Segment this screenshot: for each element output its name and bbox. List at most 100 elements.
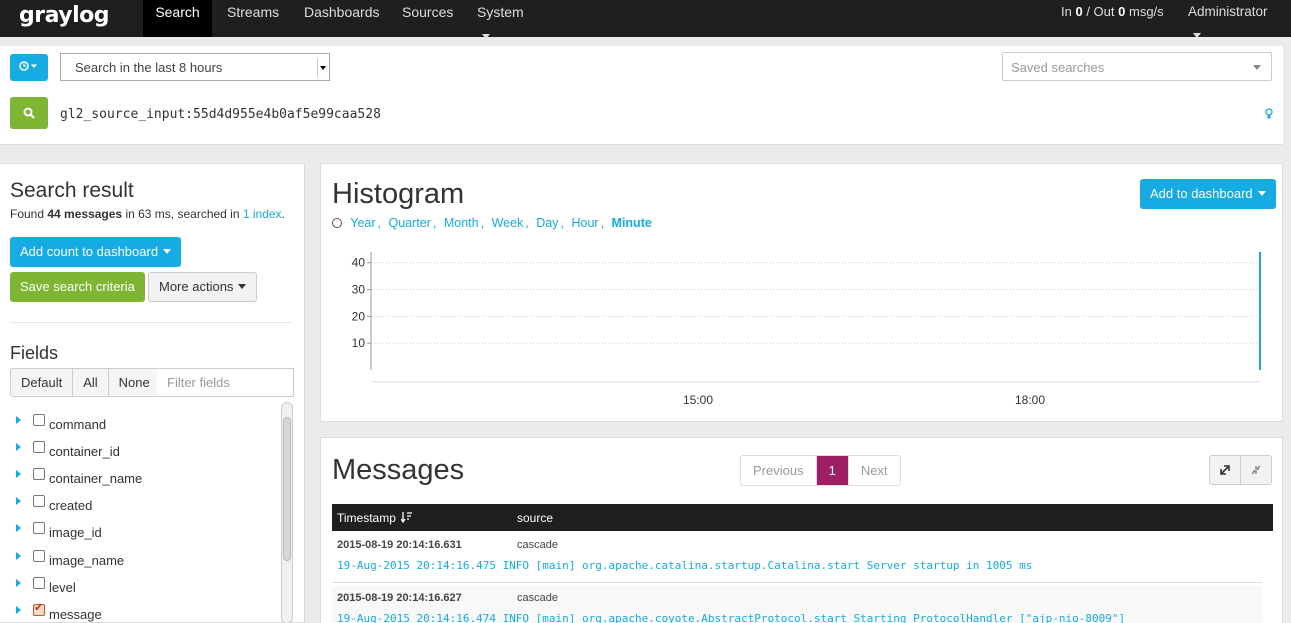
- caret-down-icon: [1257, 191, 1266, 196]
- histogram-title: Histogram: [332, 178, 465, 210]
- nav-sources-label: Sources: [402, 4, 454, 20]
- field-tab-all[interactable]: All: [73, 369, 109, 396]
- clock-icon: [19, 61, 37, 71]
- resolution-year[interactable]: Year: [350, 216, 375, 230]
- field-checkbox[interactable]: [33, 577, 45, 589]
- resolution-month[interactable]: Month: [444, 216, 479, 230]
- saved-searches-select[interactable]: Saved searches: [1002, 52, 1272, 81]
- add-to-dashboard-button[interactable]: Add to dashboard: [1140, 179, 1276, 209]
- field-checkbox[interactable]: [33, 495, 45, 507]
- field-filter-tabs: Default All None: [10, 368, 162, 397]
- column-source[interactable]: source: [517, 511, 553, 525]
- field-checkbox[interactable]: [33, 441, 45, 453]
- y-tick-label: 40: [352, 256, 366, 270]
- user-menu[interactable]: Administrator: [1188, 0, 1268, 38]
- field-checkbox[interactable]: [33, 550, 45, 562]
- pagination-page-current[interactable]: 1: [816, 456, 849, 485]
- field-name: level: [49, 580, 76, 595]
- info-period: .: [281, 207, 285, 221]
- nav-search[interactable]: Search: [143, 0, 212, 37]
- field-checkbox[interactable]: [33, 522, 45, 534]
- nav-sources[interactable]: Sources: [402, 0, 453, 37]
- scrollbar-thumb[interactable]: [283, 417, 291, 561]
- expand-triangle-icon[interactable]: [16, 606, 21, 614]
- field-name: image_name: [49, 553, 125, 568]
- add-to-dashboard-label: Add to dashboard: [1150, 186, 1253, 201]
- chart-grid: [371, 262, 1261, 344]
- fields-scrollbar[interactable]: [281, 402, 293, 623]
- caret-down-icon: [163, 249, 172, 254]
- expand-triangle-icon[interactable]: [16, 470, 21, 478]
- save-criteria-label: Save search criteria: [20, 279, 135, 294]
- collapse-icon: [1251, 465, 1261, 475]
- expand-triangle-icon[interactable]: [16, 416, 21, 424]
- expand-all-button[interactable]: [1210, 456, 1241, 484]
- time-range-type-button[interactable]: [10, 54, 48, 81]
- field-tab-none[interactable]: None: [109, 369, 161, 396]
- more-actions-label: More actions: [159, 279, 234, 294]
- search-panel: Search in the last 8 hours Saved searche…: [0, 46, 1283, 145]
- expand-triangle-icon[interactable]: [16, 524, 21, 532]
- saved-searches-placeholder: Saved searches: [1011, 60, 1105, 75]
- resolution-hour[interactable]: Hour: [571, 216, 598, 230]
- field-tab-default[interactable]: Default: [11, 369, 74, 396]
- expand-triangle-icon[interactable]: [16, 552, 21, 560]
- field-name: command: [49, 417, 107, 432]
- time-range-select[interactable]: Search in the last 8 hours: [60, 53, 330, 81]
- resolution-quarter[interactable]: Quarter: [388, 216, 430, 230]
- sort-icon[interactable]: [400, 512, 413, 524]
- time-range-value: Search in the last 8 hours: [75, 60, 223, 75]
- found-prefix: Found: [10, 207, 45, 221]
- resolution-selector: Year, Quarter, Month, Week, Day, Hour, M…: [332, 216, 654, 230]
- nav-system-dropdown[interactable]: System: [477, 0, 524, 39]
- collapse-all-button[interactable]: [1241, 456, 1272, 484]
- throughput-indicator: In 0 / Out 0 msg/s: [1061, 0, 1164, 24]
- lightbulb-icon[interactable]: [1265, 108, 1273, 120]
- field-checkbox[interactable]: [33, 468, 45, 480]
- column-timestamp[interactable]: Timestamp: [337, 511, 413, 525]
- graylog-logo[interactable]: graylog: [19, 3, 110, 28]
- caret-down-icon: [482, 34, 490, 39]
- save-search-criteria-button[interactable]: Save search criteria: [10, 272, 145, 302]
- filter-fields-input[interactable]: Filter fields: [157, 368, 294, 397]
- resolution-minute[interactable]: Minute: [612, 216, 652, 230]
- expand-triangle-icon[interactable]: [16, 443, 21, 451]
- message-row[interactable]: 2015-08-19 20:14:16.631 cascade 19-Aug-2…: [332, 533, 1262, 583]
- field-name: message: [49, 607, 102, 622]
- pagination-previous[interactable]: Previous: [741, 456, 817, 485]
- divider: [10, 322, 293, 323]
- expand-collapse-group: [1209, 455, 1272, 485]
- nav-dashboards-label: Dashboards: [304, 4, 380, 20]
- field-checkbox[interactable]: [33, 414, 45, 426]
- add-count-to-dashboard-button[interactable]: Add count to dashboard: [10, 237, 182, 267]
- search-result-info: Found 44 messages in 63 ms, searched in …: [10, 207, 285, 221]
- x-tick-label: 15:00: [683, 393, 713, 407]
- nav-dashboards[interactable]: Dashboards: [304, 0, 380, 37]
- throughput-out-label: / Out: [1086, 4, 1115, 19]
- search-button[interactable]: [10, 97, 48, 129]
- y-tick-label: 30: [352, 283, 366, 297]
- pagination-next[interactable]: Next: [849, 456, 900, 485]
- histogram-bar[interactable]: [1259, 252, 1261, 370]
- throughput-unit: msg/s: [1129, 4, 1164, 19]
- more-actions-button[interactable]: More actions: [148, 272, 258, 302]
- field-name: image_id: [49, 525, 102, 540]
- user-name: Administrator: [1188, 4, 1268, 19]
- field-name: created: [49, 498, 93, 513]
- resolution-week[interactable]: Week: [492, 216, 524, 230]
- nav-system-label: System: [477, 4, 524, 20]
- message-source: cascade: [517, 592, 558, 604]
- search-result-sidebar: Search result Found 44 messages in 63 ms…: [0, 163, 305, 623]
- expand-triangle-icon[interactable]: [16, 497, 21, 505]
- messages-title: Messages: [332, 454, 465, 486]
- nav-streams[interactable]: Streams: [227, 0, 279, 37]
- field-checkbox-checked[interactable]: [33, 601, 45, 616]
- search-query-input[interactable]: gl2_source_input:55d4d955e4b0af5e99caa52…: [60, 107, 381, 122]
- resolution-day[interactable]: Day: [536, 216, 558, 230]
- message-row[interactable]: 2015-08-19 20:14:16.627 cascade 19-Aug-2…: [332, 586, 1262, 623]
- messages-panel: Messages Previous 1 Next Timestamp sourc…: [320, 437, 1283, 623]
- search-icon: [23, 107, 35, 119]
- chart-bars: [1259, 252, 1261, 370]
- expand-triangle-icon[interactable]: [16, 579, 21, 587]
- index-link[interactable]: 1 index: [243, 207, 282, 221]
